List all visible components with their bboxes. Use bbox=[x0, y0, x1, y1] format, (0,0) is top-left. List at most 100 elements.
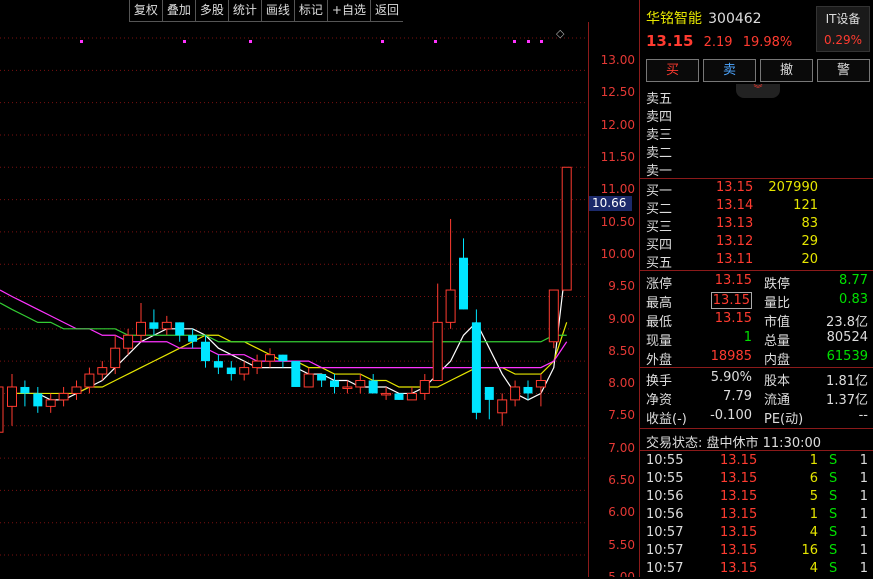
quote-label: 最低 bbox=[646, 315, 673, 330]
tick-count: 1 bbox=[859, 561, 868, 576]
signal-marker bbox=[80, 40, 83, 43]
tick-row: 10:56 13.15 1 S 1 bbox=[646, 507, 868, 525]
quote-value: 1.37亿 bbox=[826, 393, 868, 408]
candle-up bbox=[123, 334, 134, 349]
candle-up bbox=[445, 289, 456, 323]
price-axis-label: 6.50 bbox=[608, 473, 635, 488]
toolbar-button[interactable]: 统计 bbox=[227, 0, 261, 22]
tick-count: 1 bbox=[859, 525, 868, 540]
tick-price: 13.15 bbox=[720, 507, 758, 522]
bid-row[interactable]: 买三 13.13 83 bbox=[646, 216, 868, 235]
price-axis-label: 6.00 bbox=[608, 505, 635, 520]
bid-row[interactable]: 买五 13.11 20 bbox=[646, 252, 868, 271]
price-axis-label: 13.00 bbox=[600, 53, 635, 67]
bid-row[interactable]: 买四 13.12 29 bbox=[646, 234, 868, 253]
cancel-order-button[interactable]: 撤 bbox=[760, 59, 813, 82]
candle-up bbox=[548, 289, 559, 343]
price-axis-label: 7.00 bbox=[608, 440, 635, 455]
candle-down bbox=[368, 380, 378, 394]
tick-count: 1 bbox=[859, 471, 868, 486]
divider bbox=[640, 270, 873, 271]
tick-side: S bbox=[829, 561, 838, 576]
ask-row[interactable]: 卖五 bbox=[646, 88, 868, 107]
signal-marker bbox=[540, 40, 543, 43]
tick-price: 13.15 bbox=[720, 471, 758, 486]
ask-row[interactable]: 卖四 bbox=[646, 106, 868, 125]
tick-side: S bbox=[829, 507, 838, 522]
ask-label: 卖二 bbox=[646, 146, 673, 161]
kline-chart-pane[interactable]: 13.00 12.50 12.00 11.50 11.00 10.50 10.00 9.50 9… bbox=[0, 0, 638, 577]
toolbar-button[interactable]: 叠加 bbox=[161, 0, 195, 22]
divider bbox=[640, 367, 873, 368]
quote-value: 13.15 bbox=[714, 311, 752, 326]
quote-label: 流通 bbox=[764, 393, 791, 408]
quote-label: 最高 bbox=[646, 296, 673, 311]
candle-down bbox=[188, 335, 198, 342]
quote-label: 外盘 bbox=[646, 353, 673, 368]
buy-button[interactable]: 买 bbox=[646, 59, 699, 82]
toolbar-button[interactable]: 返回 bbox=[369, 0, 403, 22]
tick-volume: 16 bbox=[801, 543, 818, 558]
candle-up bbox=[406, 392, 417, 401]
tick-price: 13.15 bbox=[720, 489, 758, 504]
tick-time: 10:55 bbox=[646, 453, 684, 468]
tick-count: 1 bbox=[859, 489, 868, 504]
bid-row[interactable]: 买二 13.14 121 bbox=[646, 198, 868, 217]
alert-button[interactable]: 警 bbox=[817, 59, 870, 82]
toolbar-button[interactable]: 标记 bbox=[293, 0, 327, 22]
ask-row[interactable]: 卖二 bbox=[646, 142, 868, 161]
price-axis-label: 5.00 bbox=[608, 570, 635, 577]
tick-price: 13.15 bbox=[720, 543, 758, 558]
tick-side: S bbox=[829, 489, 838, 504]
toolbar-button[interactable]: 复权 bbox=[128, 0, 162, 22]
toolbar-button[interactable]: 画线 bbox=[260, 0, 294, 22]
toolbar-button[interactable]: +自选 bbox=[326, 0, 370, 22]
quote-value: 61539 bbox=[826, 349, 868, 364]
candle-up bbox=[161, 321, 172, 330]
chart-toolbar: 复权 叠加 多股 统计 画线 标记 +自选 返回 bbox=[128, 0, 403, 22]
divider bbox=[640, 450, 873, 451]
stock-name: 华铭智能 bbox=[646, 11, 702, 27]
sell-button[interactable]: 卖 bbox=[703, 59, 756, 82]
candle-down bbox=[213, 361, 223, 368]
ask-label: 卖四 bbox=[646, 110, 673, 125]
sector-tag[interactable]: IT设备 0.29% bbox=[816, 6, 870, 52]
bid-price: 13.13 bbox=[716, 216, 754, 231]
quote-row: 现量 1 总量 80524 bbox=[646, 330, 868, 349]
candle-up bbox=[510, 386, 521, 401]
ask-row[interactable]: 卖一 bbox=[646, 160, 868, 179]
diamond-icon[interactable]: ◇ bbox=[556, 27, 564, 40]
candle-up bbox=[252, 360, 263, 369]
sector-name: IT设备 bbox=[825, 12, 861, 26]
bid-price: 13.11 bbox=[716, 252, 754, 267]
bid-volume: 121 bbox=[793, 198, 818, 213]
quote-value: 1 bbox=[743, 330, 752, 345]
kline-chart[interactable] bbox=[0, 0, 588, 577]
candle-down bbox=[317, 374, 327, 381]
tick-side: S bbox=[829, 543, 838, 558]
tick-row: 10:57 13.15 16 S 1 bbox=[646, 543, 868, 561]
quote-row: 最低 13.15 市值 23.8亿 bbox=[646, 311, 868, 330]
candle-up bbox=[535, 380, 546, 388]
quote-row: 涨停 13.15 跌停 8.77 bbox=[646, 273, 868, 292]
quote-label: PE(动) bbox=[764, 412, 804, 427]
ask-row[interactable]: 卖三 bbox=[646, 124, 868, 143]
toolbar-button[interactable]: 多股 bbox=[194, 0, 228, 22]
price-axis-label: 7.50 bbox=[608, 408, 635, 423]
bid-row[interactable]: 买一 13.15 207990 bbox=[646, 180, 868, 199]
quote-value: 80524 bbox=[826, 330, 868, 345]
quote-value: 7.79 bbox=[723, 389, 752, 404]
price-line: 13.15 2.19 19.98% bbox=[646, 32, 792, 50]
last-price: 13.15 bbox=[646, 32, 694, 50]
candle-down bbox=[459, 257, 468, 310]
price-change: 2.19 bbox=[703, 35, 733, 50]
candle-down bbox=[20, 386, 30, 394]
quote-panel: 华铭智能 300462 IT设备 0.29% 13.15 2.19 19.98%… bbox=[639, 0, 873, 577]
tick-time: 10:57 bbox=[646, 561, 684, 576]
candle-up bbox=[45, 399, 56, 407]
tick-row: 10:57 13.15 4 S 1 bbox=[646, 561, 868, 579]
price-axis-label: 12.00 bbox=[600, 117, 635, 132]
price-change-pct: 19.98% bbox=[742, 35, 793, 50]
ma60-line bbox=[0, 302, 567, 343]
signal-marker bbox=[183, 40, 186, 43]
